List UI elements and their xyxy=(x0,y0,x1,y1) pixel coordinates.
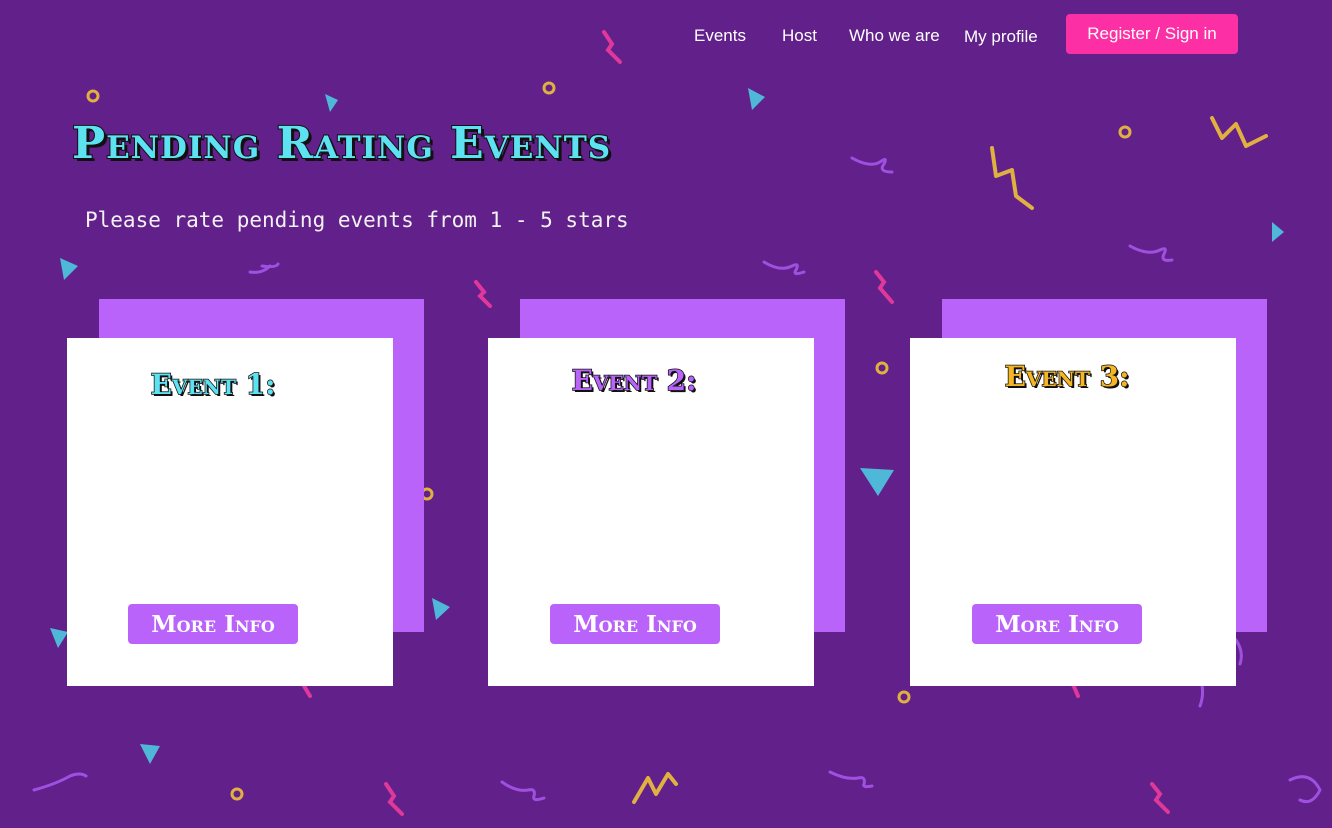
event-card-title: Event 2: xyxy=(571,363,697,398)
more-info-button[interactable]: More Info xyxy=(550,604,720,644)
event-card: Event 1: More Info xyxy=(67,338,393,686)
top-nav: Events Host Who we are My profile Regist… xyxy=(0,0,1332,70)
nav-link-host[interactable]: Host xyxy=(782,26,817,46)
nav-link-events[interactable]: Events xyxy=(694,26,746,46)
event-card-title: Event 1: xyxy=(150,367,276,402)
event-card: Event 3: More Info xyxy=(910,338,1236,686)
register-sign-in-button[interactable]: Register / Sign in xyxy=(1066,14,1238,54)
page-subtitle: Please rate pending events from 1 - 5 st… xyxy=(85,208,629,232)
event-card: Event 2: More Info xyxy=(488,338,814,686)
more-info-button[interactable]: More Info xyxy=(128,604,298,644)
more-info-button[interactable]: More Info xyxy=(972,604,1142,644)
page-title: Pending Rating Events xyxy=(71,117,612,170)
nav-link-who-we-are[interactable]: Who we are xyxy=(849,26,940,46)
event-card-title: Event 3: xyxy=(1004,359,1130,394)
nav-link-my-profile[interactable]: My profile xyxy=(964,27,1038,47)
